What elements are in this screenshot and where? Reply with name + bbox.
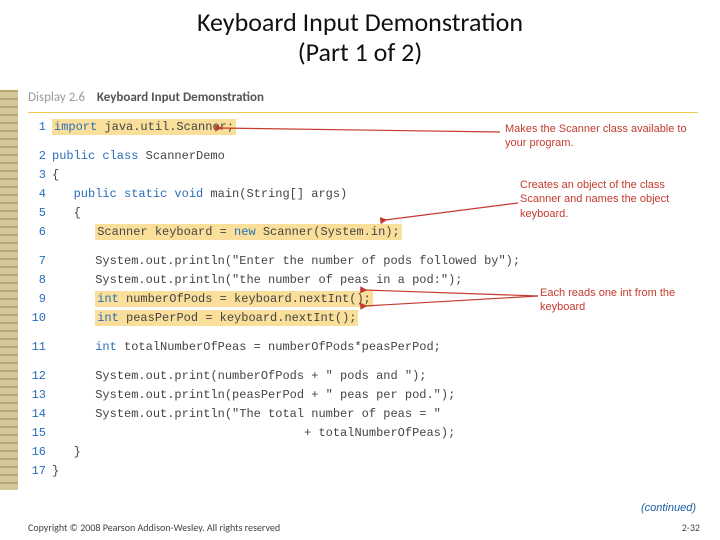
annotation: Each reads one int from the keyboard: [540, 286, 700, 315]
code-line: 15 + totalNumberOfPeas);: [28, 426, 698, 445]
page-number: 2-32: [682, 521, 700, 534]
code-line: 16 }: [28, 445, 698, 464]
footer: Copyright © 2008 Pearson Addison-Wesley.…: [28, 521, 700, 534]
annotation: Creates an object of the class Scanner a…: [520, 178, 700, 221]
display-label: Display 2.6: [28, 90, 85, 105]
display-title: Keyboard Input Demonstration: [97, 90, 264, 105]
code-line: 7 System.out.println("Enter the number o…: [28, 254, 698, 273]
code-line: 14 System.out.println("The total number …: [28, 407, 698, 426]
code-line: 12 System.out.print(numberOfPods + " pod…: [28, 369, 698, 388]
code-line: 17}: [28, 464, 698, 483]
code-line: 11 int totalNumberOfPeas = numberOfPods*…: [28, 340, 698, 359]
annotation: Makes the Scanner class available to you…: [505, 122, 695, 151]
side-stripe: [0, 90, 18, 490]
slide-title: Keyboard Input Demonstration (Part 1 of …: [0, 0, 720, 68]
display-header: Display 2.6 Keyboard Input Demonstration: [28, 90, 264, 105]
code-line: 6 Scanner keyboard = new Scanner(System.…: [28, 225, 698, 244]
continued-label: (continued): [641, 502, 696, 514]
title-line2: (Part 1 of 2): [298, 36, 423, 68]
code-line: 2public class ScannerDemo: [28, 149, 698, 168]
header-rule: [28, 112, 698, 113]
title-line1: Keyboard Input Demonstration: [197, 6, 523, 38]
copyright: Copyright © 2008 Pearson Addison-Wesley.…: [28, 521, 280, 534]
code-line: 13 System.out.println(peasPerPod + " pea…: [28, 388, 698, 407]
